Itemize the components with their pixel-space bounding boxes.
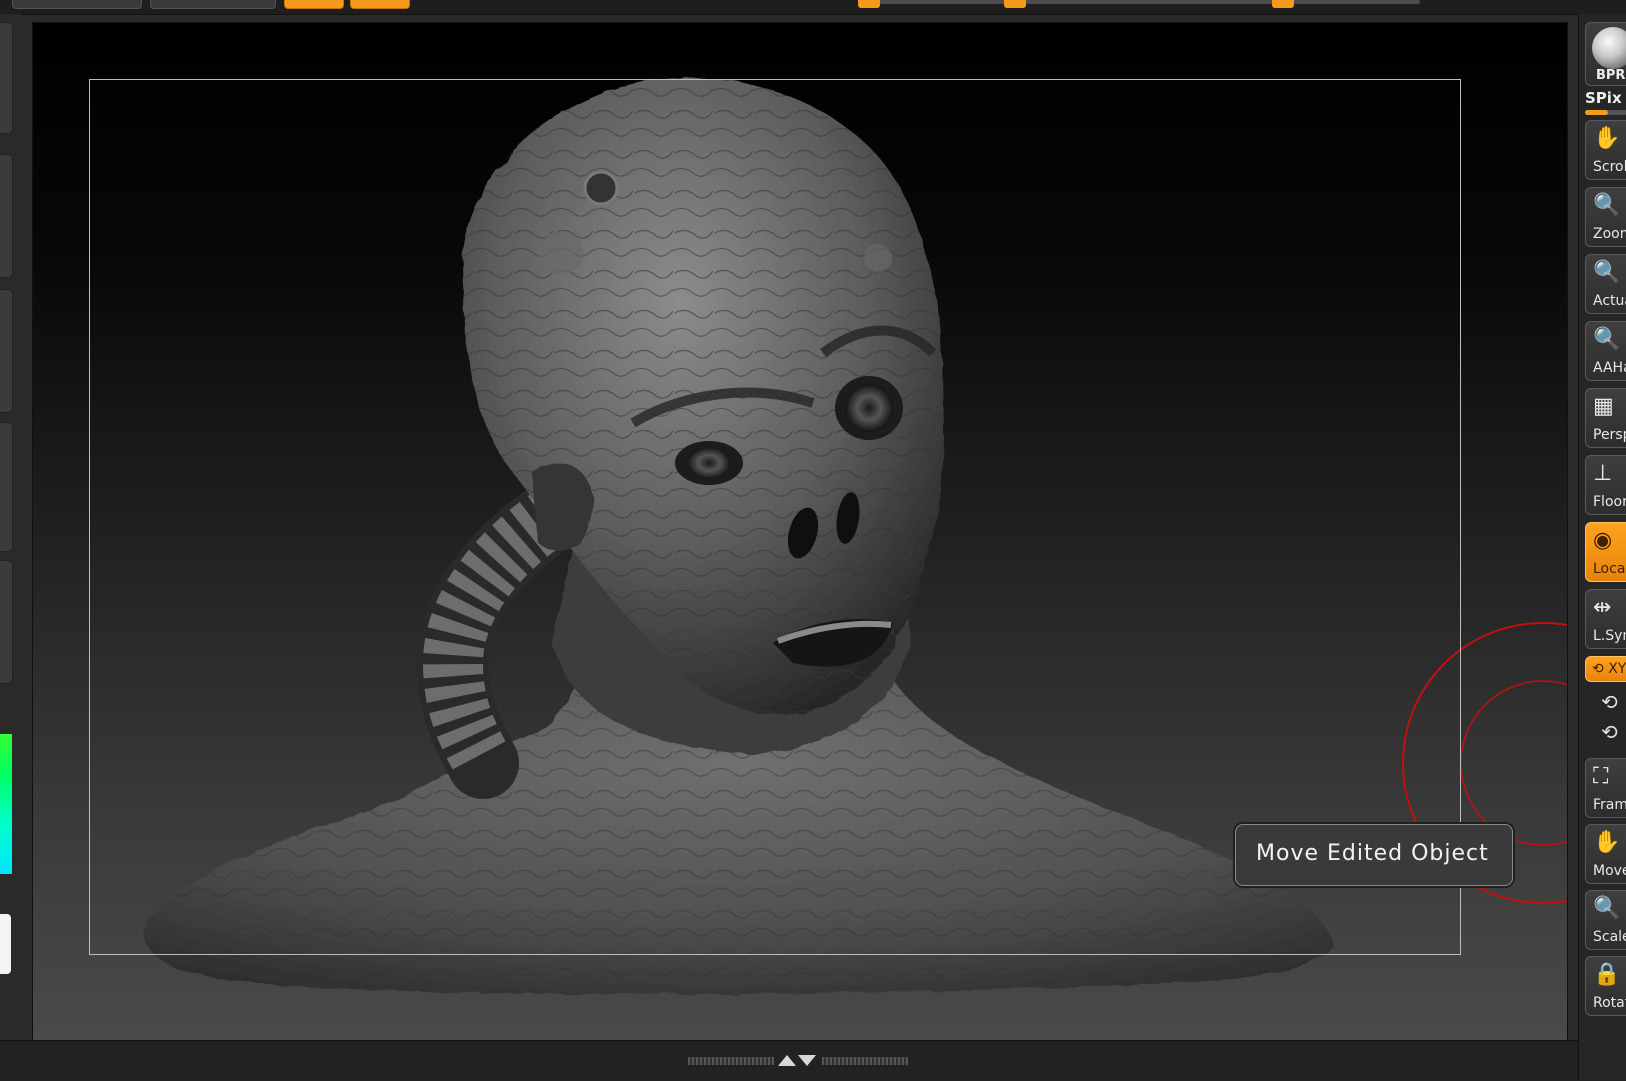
spix-slider-fill [1585,110,1609,115]
local-button[interactable]: ◉ Local [1585,522,1626,582]
top-tab-active-1[interactable] [284,0,344,9]
left-tray-button[interactable] [0,422,13,552]
rotate-button[interactable]: 🔒 Rotate [1585,956,1626,1016]
document-canvas[interactable] [32,22,1568,1042]
zoom-button[interactable]: 🔍 Zoom [1585,187,1626,247]
scroll-button[interactable]: ✋ Scroll [1585,120,1626,180]
persp-label: Persp [1593,427,1626,443]
local-symmetry-icon: ⇹ [1593,595,1612,620]
zoom-label: Zoom [1593,226,1626,242]
xyz-label: XYZ [1608,661,1626,677]
move-label: Move [1593,863,1626,879]
arrow-up-icon[interactable] [778,1055,796,1066]
lsym-button[interactable]: ⇹ L.Sym [1585,589,1626,649]
left-tray [0,14,22,1080]
left-tray-button[interactable] [0,22,13,134]
spix-slider[interactable] [1585,110,1626,115]
top-slider-knob-3[interactable] [1272,0,1294,8]
top-menu-strip [0,0,1626,15]
actual-label: Actual [1593,293,1626,309]
tooltip: Move Edited Object [1235,824,1513,886]
perspective-grid-icon: ▦ [1593,394,1614,419]
dock-grip-right[interactable] [822,1057,908,1065]
bottom-tray-bar [0,1040,1626,1081]
scroll-label: Scroll [1593,159,1626,175]
magnifier-icon: 🔍 [1593,327,1621,352]
frame-button[interactable]: ⛶ Frame [1585,758,1626,818]
magnifier-icon: 🔍 [1593,260,1621,285]
top-slider-track[interactable] [860,0,1420,4]
magnifier-icon: 🔍 [1593,896,1621,921]
bpr-label: BPR [1596,68,1626,83]
arrow-down-icon[interactable] [798,1055,816,1066]
rotate-lock-icon: 🔒 [1593,962,1621,987]
left-tray-button[interactable] [0,560,13,684]
sculpt-model-view [143,77,1567,995]
persp-button[interactable]: ▦ Persp [1585,388,1626,448]
aahalf-label: AAHalf [1593,360,1626,376]
top-tab-active-2[interactable] [350,0,410,9]
local-transform-icon: ◉ [1593,528,1613,553]
rotate-axis-icon: ⟲ [1592,661,1604,677]
local-label: Local [1593,561,1626,577]
scale-label: Scale [1593,929,1626,945]
tooltip-text: Move Edited Object [1256,841,1489,866]
floor-button[interactable]: ⊥ Floor [1585,455,1626,515]
render-sphere-icon [1592,27,1626,69]
hand-icon: ✋ [1593,126,1621,151]
scale-button[interactable]: 🔍 Scale [1585,890,1626,950]
magnifier-icon: 🔍 [1593,193,1621,218]
top-tab-1[interactable] [12,0,142,9]
right-shelf: BPR SPix ⟲ XYZ ⟲ ⟲ ✋ Scroll 🔍 Zoom 🔍 Actual 🔍 A… [1578,14,1626,1080]
lsym-label: L.Sym [1593,628,1626,644]
top-tab-2[interactable] [150,0,276,9]
aahalf-button[interactable]: 🔍 AAHalf [1585,321,1626,381]
color-swatch[interactable] [0,914,11,974]
floor-icon: ⊥ [1593,461,1613,486]
frame-icon: ⛶ [1593,764,1609,789]
left-tray-button[interactable] [0,289,13,413]
bottom-dock-handle[interactable] [688,1055,908,1067]
frame-label: Frame [1593,797,1626,813]
spix-label: SPix [1585,89,1622,107]
left-tray-button[interactable] [0,154,13,278]
bpr-render-button[interactable]: BPR [1585,22,1626,86]
actual-button[interactable]: 🔍 Actual [1585,254,1626,314]
rotate-z-icon[interactable]: ⟲ [1601,720,1618,744]
top-slider-knob-2[interactable] [1004,0,1026,8]
move-button[interactable]: ✋ Move [1585,824,1626,884]
rotate-y-icon[interactable]: ⟲ [1601,690,1618,714]
hand-icon: ✋ [1593,830,1621,855]
dock-grip-left[interactable] [688,1057,774,1065]
floor-label: Floor [1593,494,1626,510]
alien-head [462,77,944,715]
rotate-label: Rotate [1593,995,1626,1011]
top-slider-knob-1[interactable] [858,0,880,8]
color-spectrum-bar[interactable] [0,734,12,874]
xyz-symmetry-button[interactable]: ⟲ XYZ [1585,656,1626,682]
